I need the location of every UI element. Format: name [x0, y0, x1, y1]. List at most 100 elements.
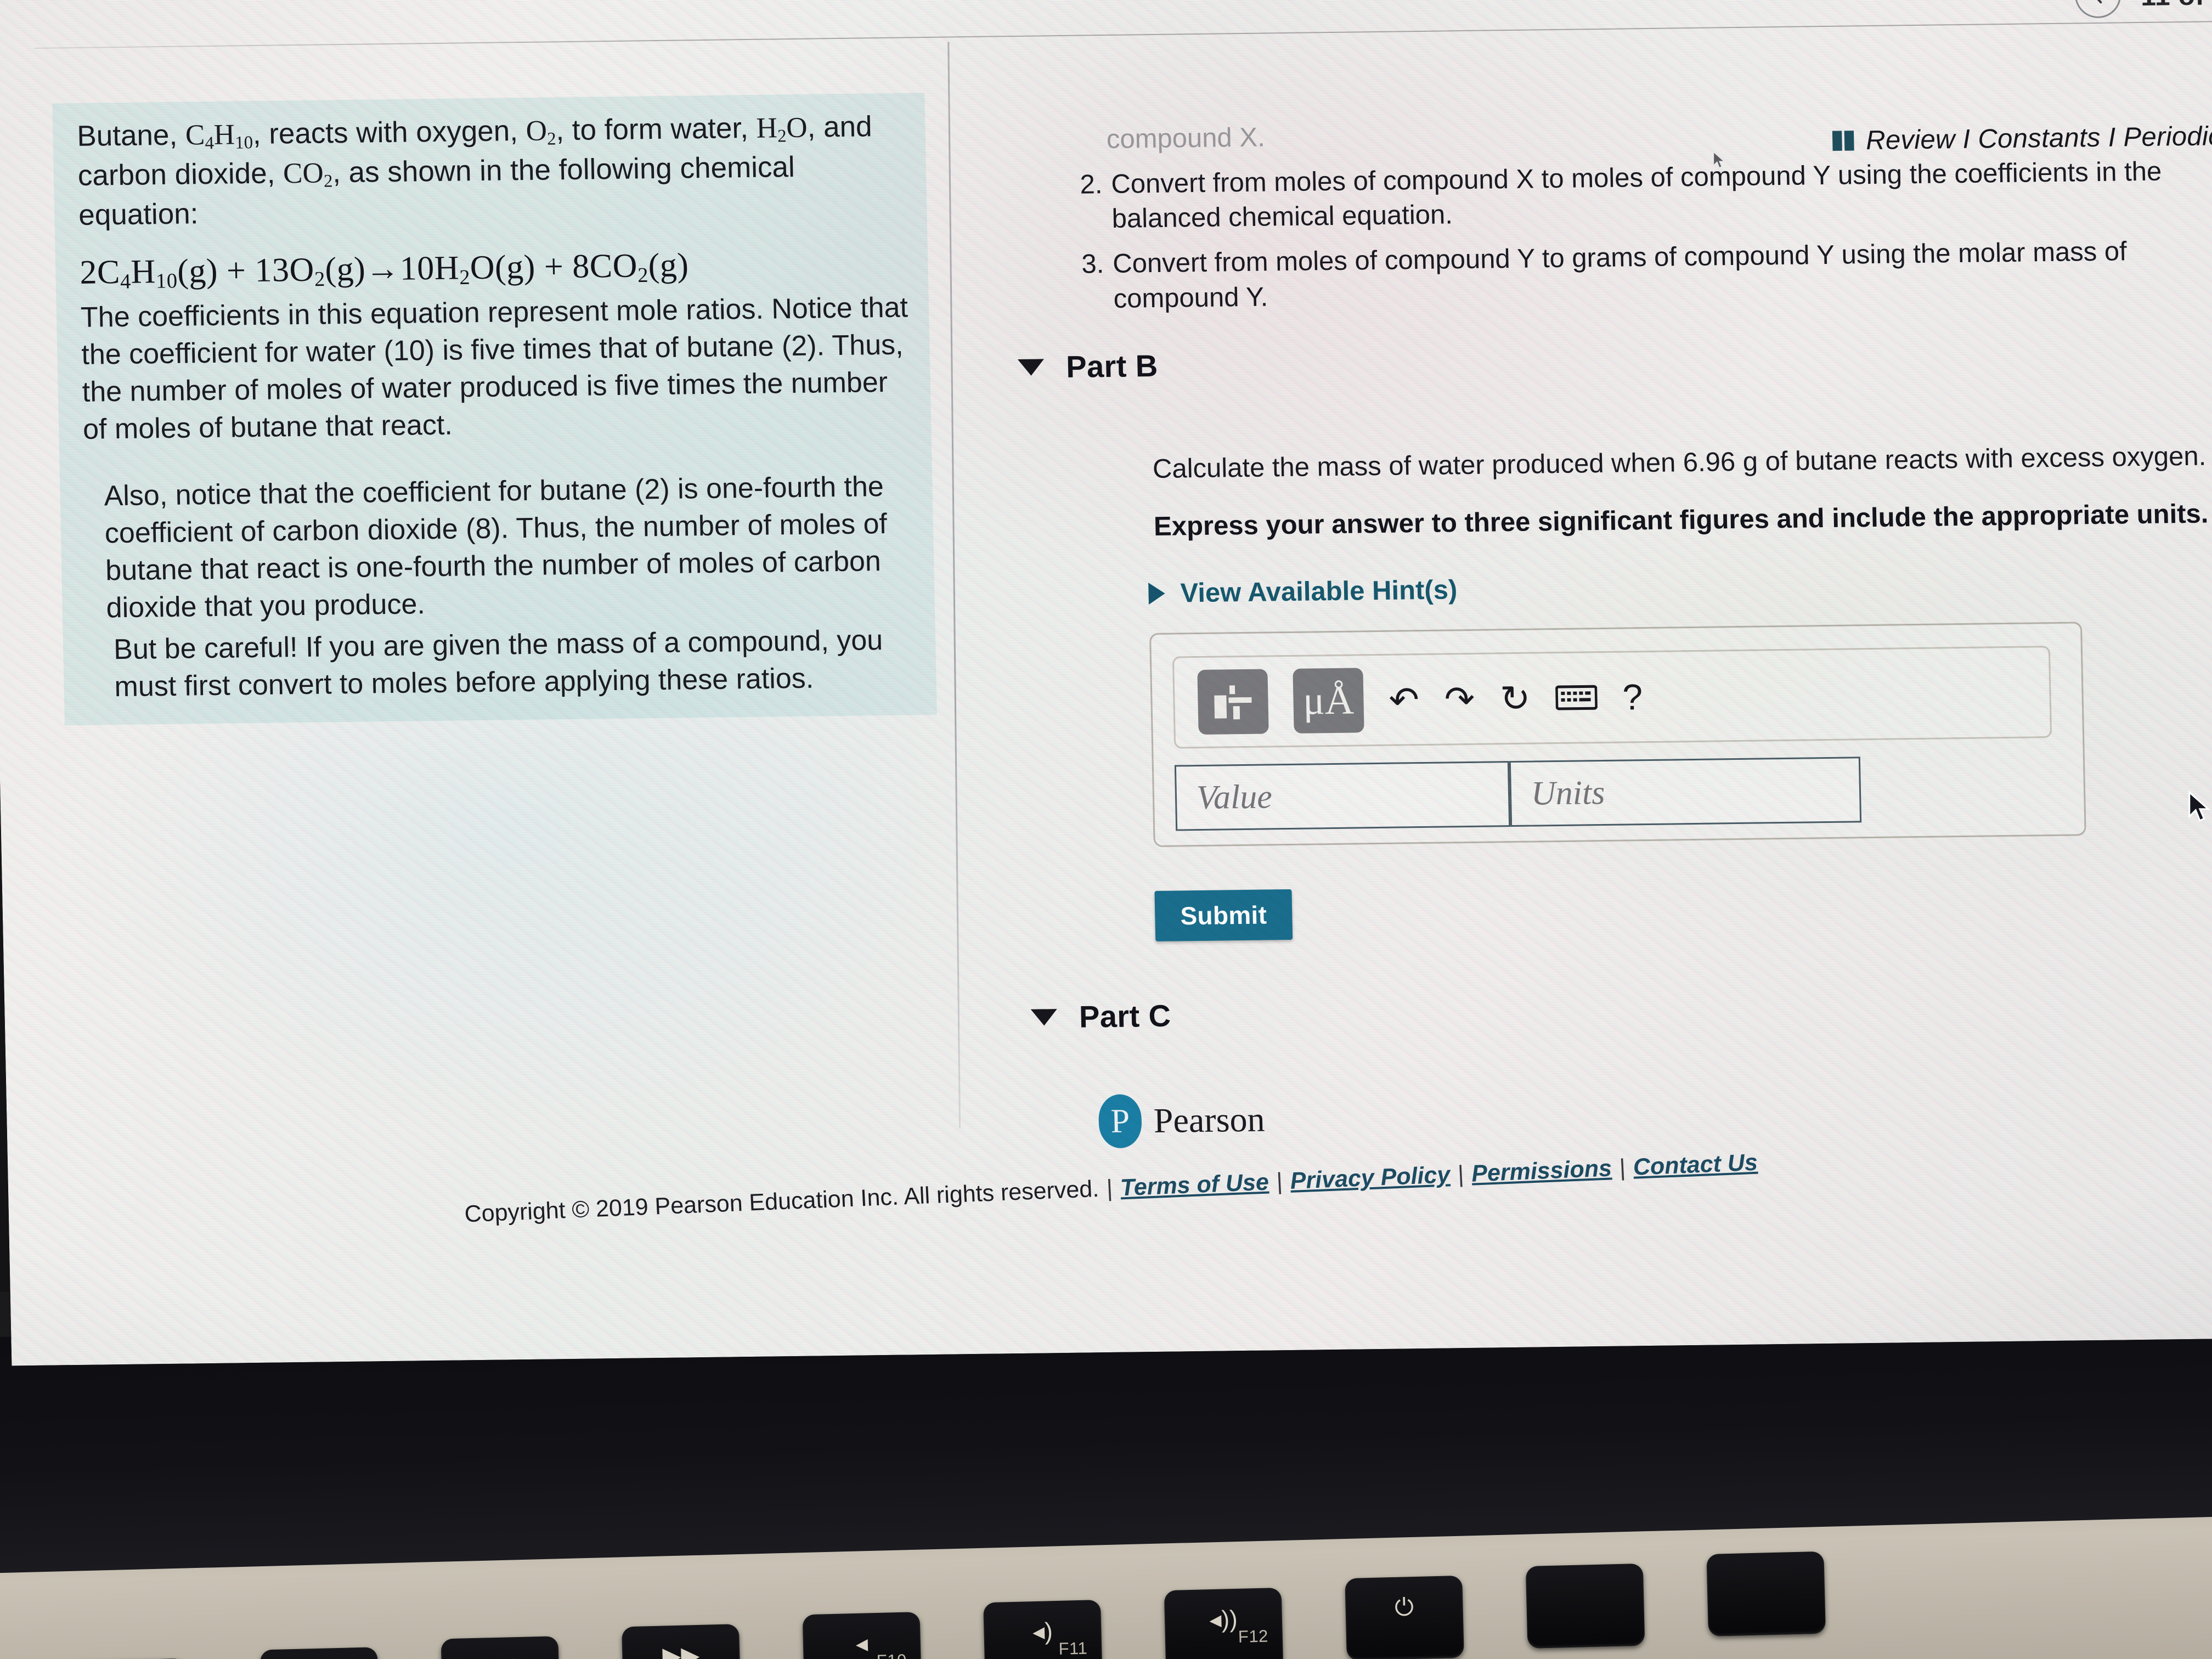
reset-glyph: ↻: [1499, 678, 1531, 719]
header-divider: [35, 21, 2212, 49]
intro-paragraph: Butane, C4H10, reacts with oxygen, O2, t…: [77, 107, 911, 234]
key-extra-1[interactable]: [1525, 1563, 1645, 1649]
volume-down-icon: ◂): [1032, 1618, 1053, 1646]
key-power[interactable]: ⏻: [1345, 1575, 1464, 1659]
secondary-cursor: [1713, 151, 1725, 168]
value-input[interactable]: Value: [1174, 761, 1511, 831]
triangle-right-icon: [1148, 582, 1165, 605]
reset-icon[interactable]: ↻: [1499, 678, 1531, 719]
paragraph-butane-co2: Also, notice that the coefficient for bu…: [104, 470, 888, 624]
template-icon[interactable]: [1197, 669, 1269, 735]
units-input[interactable]: Units: [1509, 757, 1862, 827]
footer-sep: |: [1457, 1161, 1465, 1188]
copyright-text: Copyright © 2019 Pearson Education Inc. …: [464, 1175, 1100, 1228]
footer-sep: |: [1276, 1168, 1284, 1195]
step-text: Convert from moles of compound Y to gram…: [1112, 236, 2128, 314]
paragraph-warning: But be careful! If you are given the mas…: [113, 624, 883, 703]
redo-icon[interactable]: ↷: [1444, 678, 1475, 720]
key-label: F10: [876, 1651, 907, 1659]
laptop-photo: 11 of 1 Butane, C4H10, reacts with oxyge…: [0, 0, 2212, 1659]
formula-butane: C4H10: [185, 119, 253, 154]
step-number: 3.: [1081, 249, 1104, 279]
intro-text-6: , as shown in: [332, 154, 503, 189]
undo-icon[interactable]: ↶: [1388, 679, 1420, 720]
view-hints-link[interactable]: View Available Hint(s): [1148, 574, 1458, 609]
redo-glyph: ↷: [1444, 678, 1475, 720]
highlighted-intro-box: Butane, C4H10, reacts with oxygen, O2, t…: [52, 93, 937, 725]
formula-co2: CO2: [283, 157, 333, 191]
browser-page: 11 of 1 Butane, C4H10, reacts with oxyge…: [33, 0, 2212, 1332]
footer-sep: |: [1105, 1175, 1114, 1202]
key-label: F11: [1058, 1638, 1088, 1658]
part-b-label: Part B: [1065, 348, 1159, 384]
submit-button[interactable]: Submit: [1154, 889, 1293, 941]
step-text: Convert from moles of compound X to mole…: [1110, 156, 2162, 234]
pearson-mark-icon: P: [1098, 1094, 1142, 1149]
chevron-left-icon: [2093, 0, 2102, 4]
step-item: 2. Convert from moles of compound X to m…: [1080, 153, 2212, 237]
template-glyph: [1214, 685, 1252, 720]
key-f12[interactable]: ◂)) F12: [1164, 1587, 1284, 1659]
value-placeholder: Value: [1196, 777, 1273, 816]
laptop-screen: 11 of 1 Butane, C4H10, reacts with oxyge…: [0, 0, 2212, 1366]
contact-us-link[interactable]: Contact Us: [1633, 1149, 1758, 1181]
keyboard-glyph: [1555, 685, 1598, 710]
fast-forward-icon: ▶▶: [662, 1641, 700, 1659]
answer-widget: μÅ ↶ ↷ ↻ ? Value Units: [1149, 622, 2086, 848]
footer-sep: |: [1618, 1154, 1627, 1181]
play-pause-icon: ▶II: [484, 1654, 516, 1659]
help-icon[interactable]: ?: [1622, 676, 1643, 718]
problem-statement-panel: Butane, C4H10, reacts with oxygen, O2, t…: [52, 93, 937, 725]
step-number: 2.: [1080, 169, 1103, 200]
triangle-down-icon[interactable]: [1017, 358, 1045, 376]
paragraph-mole-ratios: The coefficients in this equation repres…: [80, 291, 909, 445]
intro-text-4: water,: [670, 111, 757, 145]
answer-fields: Value Units: [1174, 757, 1862, 831]
key-extra-2[interactable]: [1706, 1551, 1826, 1637]
formula-water: H2O: [756, 111, 808, 146]
key-f8[interactable]: ▶II F8: [441, 1636, 561, 1659]
key-f11[interactable]: ◂) F11: [983, 1600, 1103, 1659]
solution-steps-list: compound X. 2. Convert from moles of com…: [1079, 108, 2212, 317]
key-f7[interactable]: ◀◀ F7: [259, 1647, 380, 1659]
mouse-cursor: [2188, 790, 2211, 822]
units-glyph: μÅ: [1302, 678, 1355, 724]
volume-up-icon: ◂)): [1209, 1605, 1238, 1634]
intro-text-2: , reacts with oxygen,: [252, 114, 527, 151]
part-b-instruction: Express your answer to three significant…: [1153, 499, 2209, 541]
panel-divider: [947, 42, 961, 1128]
units-icon[interactable]: μÅ: [1293, 668, 1364, 733]
pearson-mark-letter: P: [1110, 1102, 1130, 1140]
triangle-down-icon[interactable]: [1030, 1008, 1058, 1026]
permissions-link[interactable]: Permissions: [1471, 1155, 1612, 1187]
terms-of-use-link[interactable]: Terms of Use: [1120, 1169, 1269, 1201]
view-hints-label: View Available Hint(s): [1180, 575, 1458, 608]
key-f9[interactable]: ▶▶ F9: [622, 1624, 741, 1659]
mute-icon: ◂: [855, 1630, 868, 1657]
privacy-policy-link[interactable]: Privacy Policy: [1290, 1161, 1451, 1194]
units-placeholder: Units: [1531, 774, 1606, 812]
page-header: 11 of 1: [33, 0, 2212, 49]
power-icon: ⏻: [1394, 1594, 1414, 1621]
part-b-header[interactable]: Part B: [1017, 348, 1159, 385]
pearson-logo: P Pearson: [1098, 1093, 1266, 1149]
step-1-cutoff: compound X.: [1106, 122, 1266, 155]
help-glyph: ?: [1622, 676, 1643, 718]
part-c-label: Part C: [1079, 998, 1171, 1034]
intro-text-3: , to form: [555, 112, 663, 147]
undo-glyph: ↶: [1388, 679, 1420, 720]
pearson-wordmark: Pearson: [1153, 1099, 1266, 1141]
key-label: F12: [1238, 1626, 1269, 1646]
part-c-header[interactable]: Part C: [1030, 998, 1171, 1035]
intro-text-1: Butane,: [76, 119, 186, 153]
balanced-equation: 2C4H10(g) + 13O2(g)→10H2O(g) + 8CO2(g): [79, 246, 690, 294]
question-panel: Review I Constants I Periodic Ta compoun…: [1017, 38, 2212, 1034]
formula-oxygen: O2: [526, 115, 557, 149]
key-f10[interactable]: ◂ F10: [802, 1612, 922, 1659]
page-indicator: 11 of 1: [2140, 0, 2212, 12]
footer-bar: Copyright © 2019 Pearson Education Inc. …: [464, 1149, 1758, 1228]
keyboard-icon[interactable]: [1555, 683, 1598, 712]
back-button[interactable]: [2074, 0, 2121, 19]
step-item: 3. Convert from moles of compound Y to g…: [1081, 233, 2212, 317]
part-b-question: Calculate the mass of water produced whe…: [1152, 441, 2207, 484]
